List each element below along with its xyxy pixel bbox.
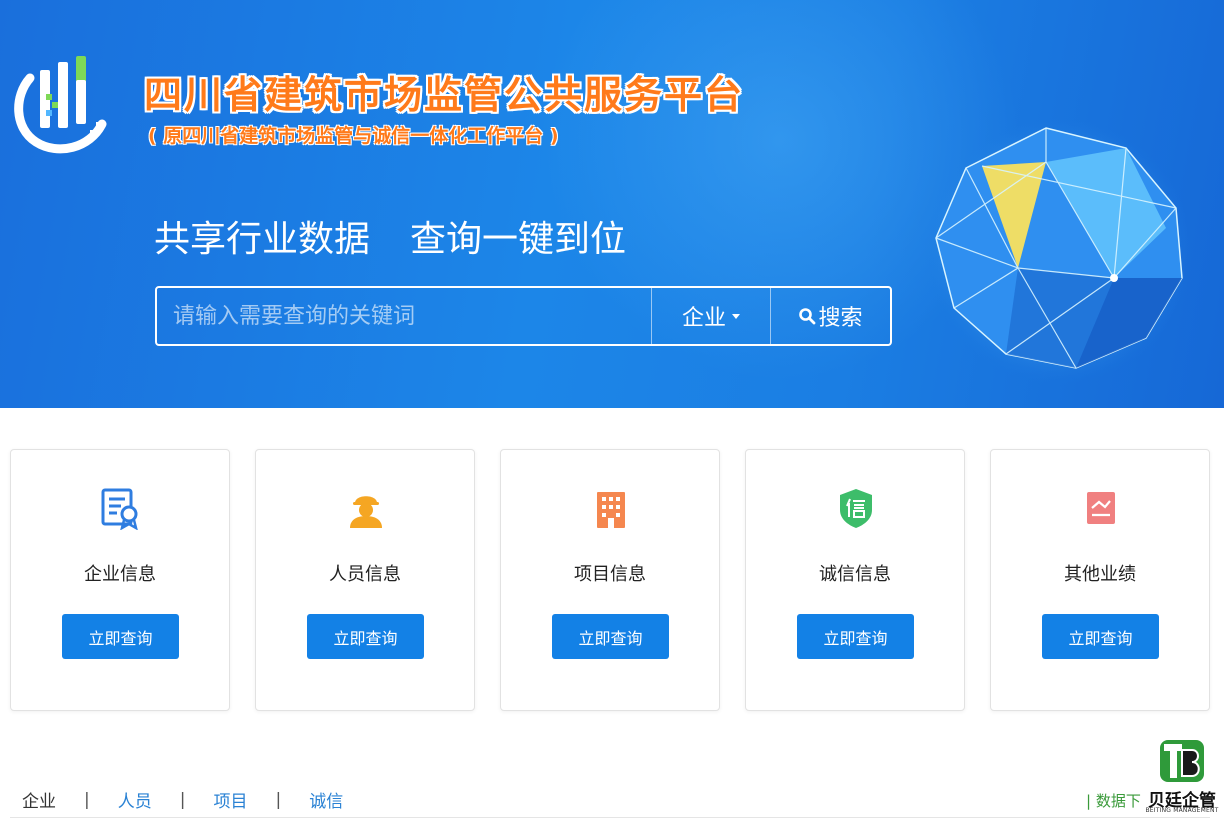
tab-personnel[interactable]: 人员: [118, 787, 152, 812]
card-title: 项目信息: [574, 564, 646, 585]
card-title: 企业信息: [84, 564, 156, 585]
document-icon: [1087, 492, 1115, 524]
query-button-credit[interactable]: 立即查询: [797, 614, 914, 659]
search-bar: 企业 搜索: [155, 286, 892, 346]
tab-separator: |: [84, 789, 90, 810]
query-button-company[interactable]: 立即查询: [62, 614, 179, 659]
query-button-other[interactable]: 立即查询: [1042, 614, 1159, 659]
building-icon: [597, 492, 625, 528]
tabs-divider: [10, 817, 1210, 818]
tb-logo-icon: [1160, 740, 1204, 782]
tab-credit[interactable]: 诚信: [309, 787, 343, 812]
search-type-dropdown[interactable]: 企业: [651, 288, 770, 344]
card-title: 诚信信息: [819, 564, 891, 585]
chevron-down-icon: [732, 313, 740, 319]
card-company: 企业信息 立即查询: [10, 449, 230, 711]
tab-separator: |: [179, 789, 186, 810]
slogan: 共享行业数据 查询一键到位: [154, 210, 626, 262]
card-project: 项目信息 立即查询: [500, 449, 720, 711]
tab-company[interactable]: 企业: [22, 787, 56, 812]
card-title: 人员信息: [329, 564, 401, 585]
watermark-subtext: BEITING MANAGEMENT: [1145, 807, 1219, 814]
platform-logo: [14, 56, 107, 154]
card-personnel: 人员信息 立即查询: [255, 449, 475, 711]
card-title: 其他业绩: [1064, 564, 1136, 585]
hero-banner: 四川省建筑市场监管公共服务平台 ( 原四川省建筑市场监管与诚信一体化工作平台 )…: [0, 0, 1224, 408]
card-credit: 诚信信息 立即查询: [745, 449, 965, 711]
search-input[interactable]: [157, 288, 651, 344]
tab-separator: |: [275, 789, 282, 810]
worker-icon: [350, 496, 382, 528]
query-button-personnel[interactable]: 立即查询: [307, 614, 424, 659]
globe-illustration: [926, 118, 1192, 384]
search-button-label: 搜索: [818, 305, 863, 330]
watermark-logo: 贝廷企管 BEITING MANAGEMENT: [1140, 738, 1224, 820]
platform-subtitle: ( 原四川省建筑市场监管与诚信一体化工作平台 ): [148, 125, 559, 147]
slogan-right: 查询一键到位: [410, 219, 627, 260]
query-button-project[interactable]: 立即查询: [552, 614, 669, 659]
tab-project[interactable]: 项目: [213, 787, 247, 812]
platform-title: 四川省建筑市场监管公共服务平台: [144, 73, 745, 117]
category-cards: 企业信息 立即查询 人员信息 立即查询 项目信息 立即查询 诚信信息 立即查询 …: [10, 449, 1210, 711]
certificate-icon: [101, 488, 138, 530]
card-other: 其他业绩 立即查询: [990, 449, 1210, 711]
data-download-link[interactable]: | 数据下: [1086, 790, 1141, 811]
slogan-left: 共享行业数据: [154, 219, 371, 260]
credit-shield-icon: [840, 489, 872, 528]
search-icon: [799, 308, 816, 325]
search-button[interactable]: 搜索: [770, 288, 890, 344]
search-type-label: 企业: [681, 306, 726, 331]
category-tabs: 企业 | 人员 | 项目 | 诚信: [22, 787, 343, 813]
